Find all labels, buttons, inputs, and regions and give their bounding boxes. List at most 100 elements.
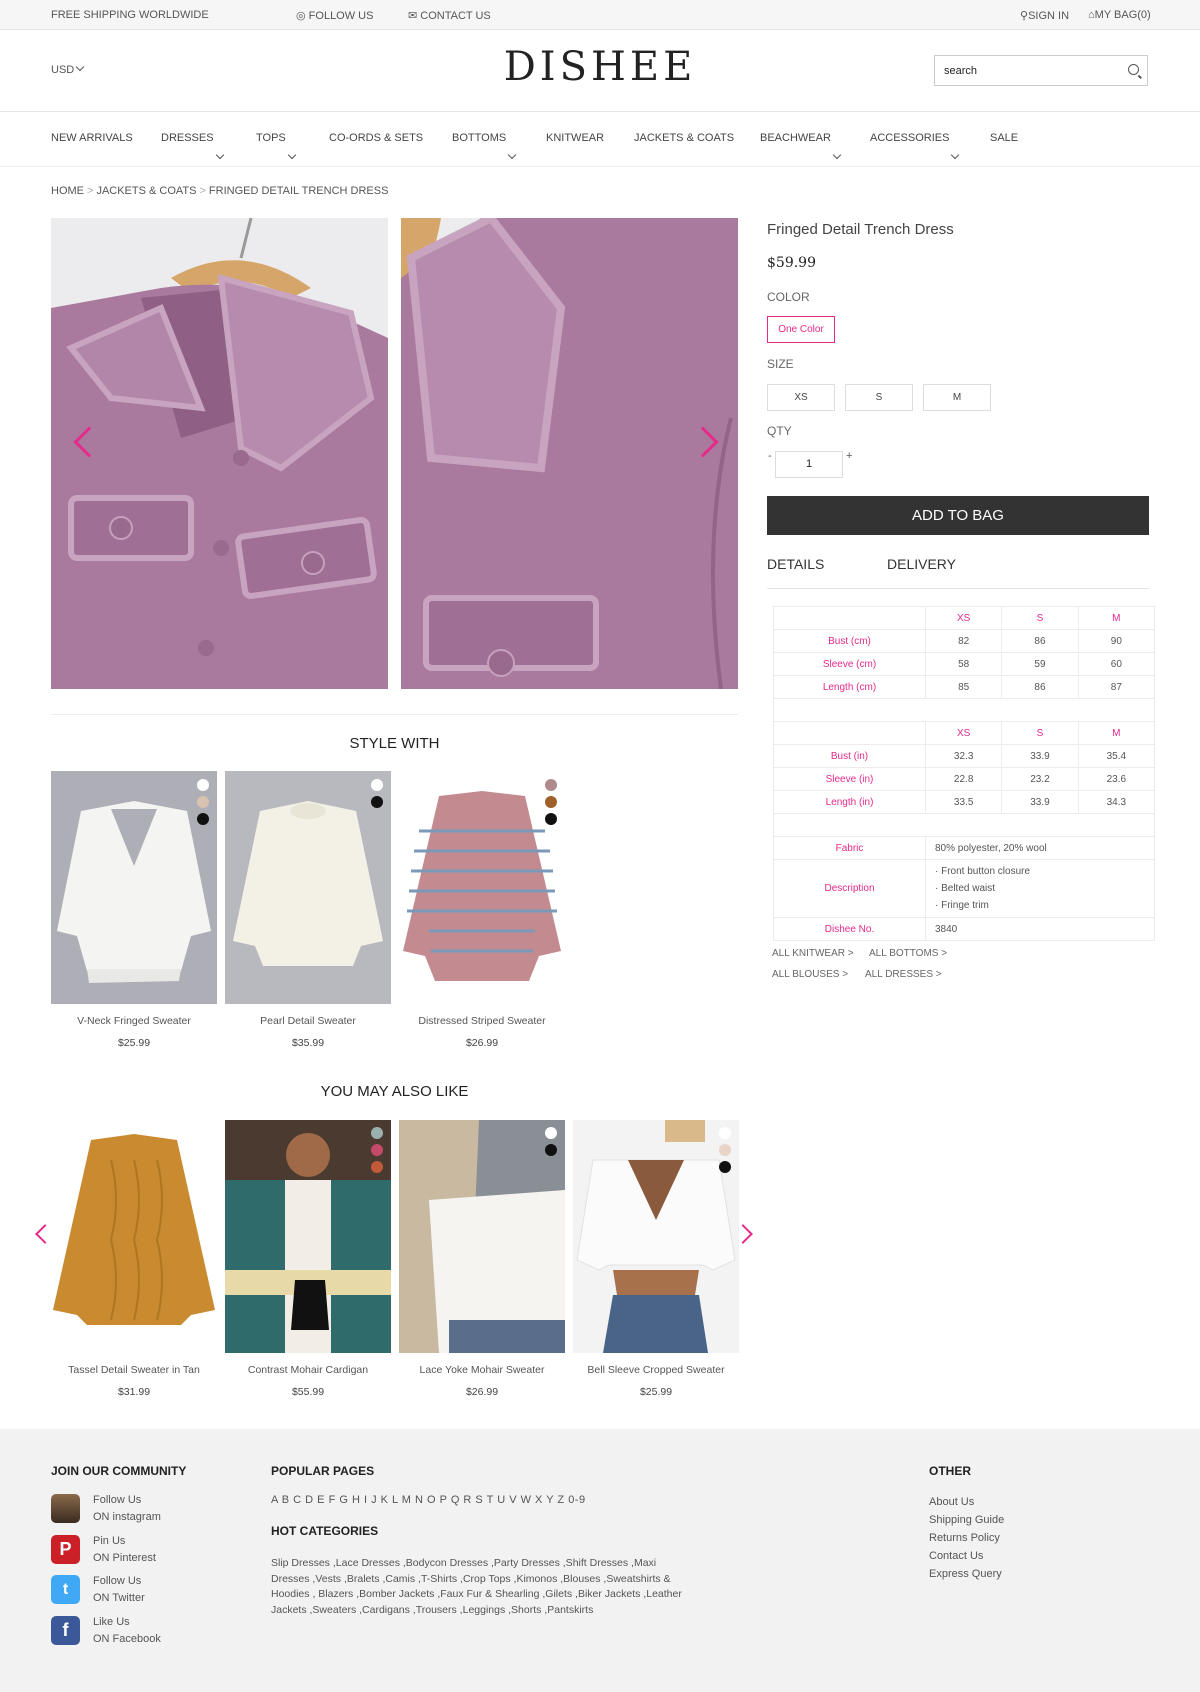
nav-sale[interactable]: SALE	[990, 132, 1018, 144]
hot-categories-links[interactable]: Slip Dresses ,Lace Dresses ,Bodycon Dres…	[271, 1556, 691, 1618]
may-like-image-2[interactable]	[225, 1120, 391, 1353]
footer-link-about[interactable]: About Us	[929, 1493, 1004, 1511]
nav-co-ords[interactable]: CO-ORDS & SETS	[329, 132, 423, 144]
qty-increment-button[interactable]: +	[846, 450, 852, 462]
product-card-name[interactable]: Distressed Striped Sweater	[399, 1015, 565, 1027]
color-option-one-color[interactable]: One Color	[767, 316, 835, 343]
bag-icon: ⌂	[1088, 9, 1095, 21]
product-image-1[interactable]	[51, 218, 388, 689]
may-like-image-4[interactable]	[573, 1120, 739, 1353]
header: USD DISHEE search	[0, 30, 1200, 112]
color-swatch[interactable]	[545, 813, 557, 825]
style-with-image-2[interactable]	[225, 771, 391, 1004]
style-with-title: STYLE WITH	[349, 735, 440, 752]
color-swatch[interactable]	[197, 779, 209, 791]
color-swatch[interactable]	[197, 796, 209, 808]
chevron-down-icon	[507, 150, 517, 160]
sign-in-link[interactable]: ⚲SIGN IN	[1020, 9, 1069, 22]
footer-link-express[interactable]: Express Query	[929, 1565, 1004, 1583]
nav-jackets-coats[interactable]: JACKETS & COATS	[634, 132, 734, 144]
alphabet-links[interactable]: A B C D E F G H I J K L M N O P Q R S T …	[271, 1492, 586, 1509]
pinterest-icon[interactable]: P	[51, 1535, 80, 1564]
follow-us-link[interactable]: ◎ FOLLOW US	[296, 9, 373, 22]
color-swatch[interactable]	[545, 1127, 557, 1139]
other-links: About Us Shipping Guide Returns Policy C…	[929, 1493, 1004, 1583]
social-twitter-text[interactable]: Follow Us ON Twitter	[93, 1573, 145, 1607]
chevron-down-icon	[215, 150, 224, 160]
color-swatch[interactable]	[545, 1144, 557, 1156]
product-card-name[interactable]: Tassel Detail Sweater in Tan	[51, 1364, 217, 1376]
link-all-dresses[interactable]: ALL DRESSES >	[865, 969, 942, 980]
contact-us-link[interactable]: ✉ CONTACT US	[408, 9, 491, 22]
color-label: COLOR	[767, 290, 810, 304]
chevron-down-icon	[287, 150, 297, 160]
product-card-name[interactable]: Contrast Mohair Cardigan	[225, 1364, 391, 1376]
my-bag-link[interactable]: ⌂MY BAG(0)	[1088, 9, 1151, 21]
breadcrumb-category[interactable]: JACKETS & COATS	[96, 185, 196, 197]
may-like-image-3[interactable]	[399, 1120, 565, 1353]
main-nav: NEW ARRIVALS DRESSES TOPS CO-ORDS & SETS…	[0, 112, 1200, 167]
color-swatch[interactable]	[545, 779, 557, 791]
color-swatch[interactable]	[719, 1161, 731, 1173]
footer-link-returns[interactable]: Returns Policy	[929, 1529, 1004, 1547]
product-card-name[interactable]: V-Neck Fringed Sweater	[51, 1015, 217, 1027]
size-option-xs[interactable]: XS	[767, 384, 835, 411]
color-swatch[interactable]	[371, 1144, 383, 1156]
nav-new-arrivals[interactable]: NEW ARRIVALS	[51, 132, 133, 144]
style-with-image-1[interactable]	[51, 771, 217, 1004]
color-swatch[interactable]	[371, 796, 383, 808]
nav-accessories[interactable]: ACCESSORIES	[870, 132, 960, 160]
size-option-s[interactable]: S	[845, 384, 913, 411]
link-all-knitwear[interactable]: ALL KNITWEAR >	[772, 948, 854, 959]
size-label: SIZE	[767, 357, 794, 371]
size-option-m[interactable]: M	[923, 384, 991, 411]
search-input[interactable]: search	[934, 55, 1148, 86]
style-with-image-3[interactable]	[399, 771, 565, 1004]
product-card-name[interactable]: Pearl Detail Sweater	[225, 1015, 391, 1027]
table-row: Description · Front button closure · Belte…	[773, 859, 1155, 918]
twitter-icon[interactable]: t	[51, 1575, 80, 1604]
color-swatch[interactable]	[371, 779, 383, 791]
may-like-title: YOU MAY ALSO LIKE	[320, 1083, 469, 1100]
add-to-bag-button[interactable]: ADD TO BAG	[767, 496, 1149, 535]
product-image-2[interactable]	[401, 218, 738, 689]
product-card-name[interactable]: Bell Sleeve Cropped Sweater	[573, 1364, 739, 1376]
footer: JOIN OUR COMMUNITY Follow Us ON instagram…	[0, 1429, 1200, 1692]
facebook-icon[interactable]: f	[51, 1616, 80, 1645]
color-swatch[interactable]	[197, 813, 209, 825]
community-title: JOIN OUR COMMUNITY	[51, 1464, 187, 1478]
nav-knitwear[interactable]: KNITWEAR	[546, 132, 604, 144]
color-swatch[interactable]	[371, 1161, 383, 1173]
color-swatch[interactable]	[371, 1127, 383, 1139]
breadcrumb-home[interactable]: HOME	[51, 185, 84, 197]
product-card-name[interactable]: Lace Yoke Mohair Sweater	[399, 1364, 565, 1376]
product-title: Fringed Detail Trench Dress	[767, 221, 954, 238]
table-row: Fabric 80% polyester, 20% wool	[773, 836, 1155, 860]
nav-bottoms[interactable]: BOTTOMS	[452, 132, 517, 160]
color-swatch[interactable]	[719, 1127, 731, 1139]
qty-input[interactable]: 1	[775, 451, 843, 478]
footer-link-shipping[interactable]: Shipping Guide	[929, 1511, 1004, 1529]
social-instagram-text[interactable]: Follow Us ON instagram	[93, 1492, 161, 1526]
product-card-price: $26.99	[465, 1037, 499, 1049]
product-card-price: $25.99	[639, 1386, 673, 1398]
link-all-blouses[interactable]: ALL BLOUSES >	[772, 969, 848, 980]
footer-link-contact[interactable]: Contact Us	[929, 1547, 1004, 1565]
qty-decrement-button[interactable]: -	[768, 450, 772, 462]
nav-dresses[interactable]: DRESSES	[161, 132, 224, 160]
nav-beachwear[interactable]: BEACHWEAR	[760, 132, 842, 160]
social-pinterest-text[interactable]: Pin Us ON Pinterest	[93, 1533, 156, 1567]
table-row: Bust (in) 32.3 33.9 35.4	[773, 744, 1156, 768]
tab-delivery[interactable]: DELIVERY	[887, 556, 956, 572]
link-all-bottoms[interactable]: ALL BOTTOMS >	[869, 948, 947, 959]
instagram-icon[interactable]	[51, 1494, 80, 1523]
may-like-image-1[interactable]	[51, 1120, 217, 1353]
tab-divider	[767, 588, 1149, 589]
search-icon[interactable]	[1128, 64, 1139, 75]
nav-tops[interactable]: TOPS	[256, 132, 297, 160]
social-facebook-text[interactable]: Like Us ON Facebook	[93, 1614, 161, 1648]
table-row: Length (in) 33.5 33.9 34.3	[773, 790, 1156, 814]
color-swatch[interactable]	[719, 1144, 731, 1156]
color-swatch[interactable]	[545, 796, 557, 808]
tab-details[interactable]: DETAILS	[767, 556, 824, 572]
